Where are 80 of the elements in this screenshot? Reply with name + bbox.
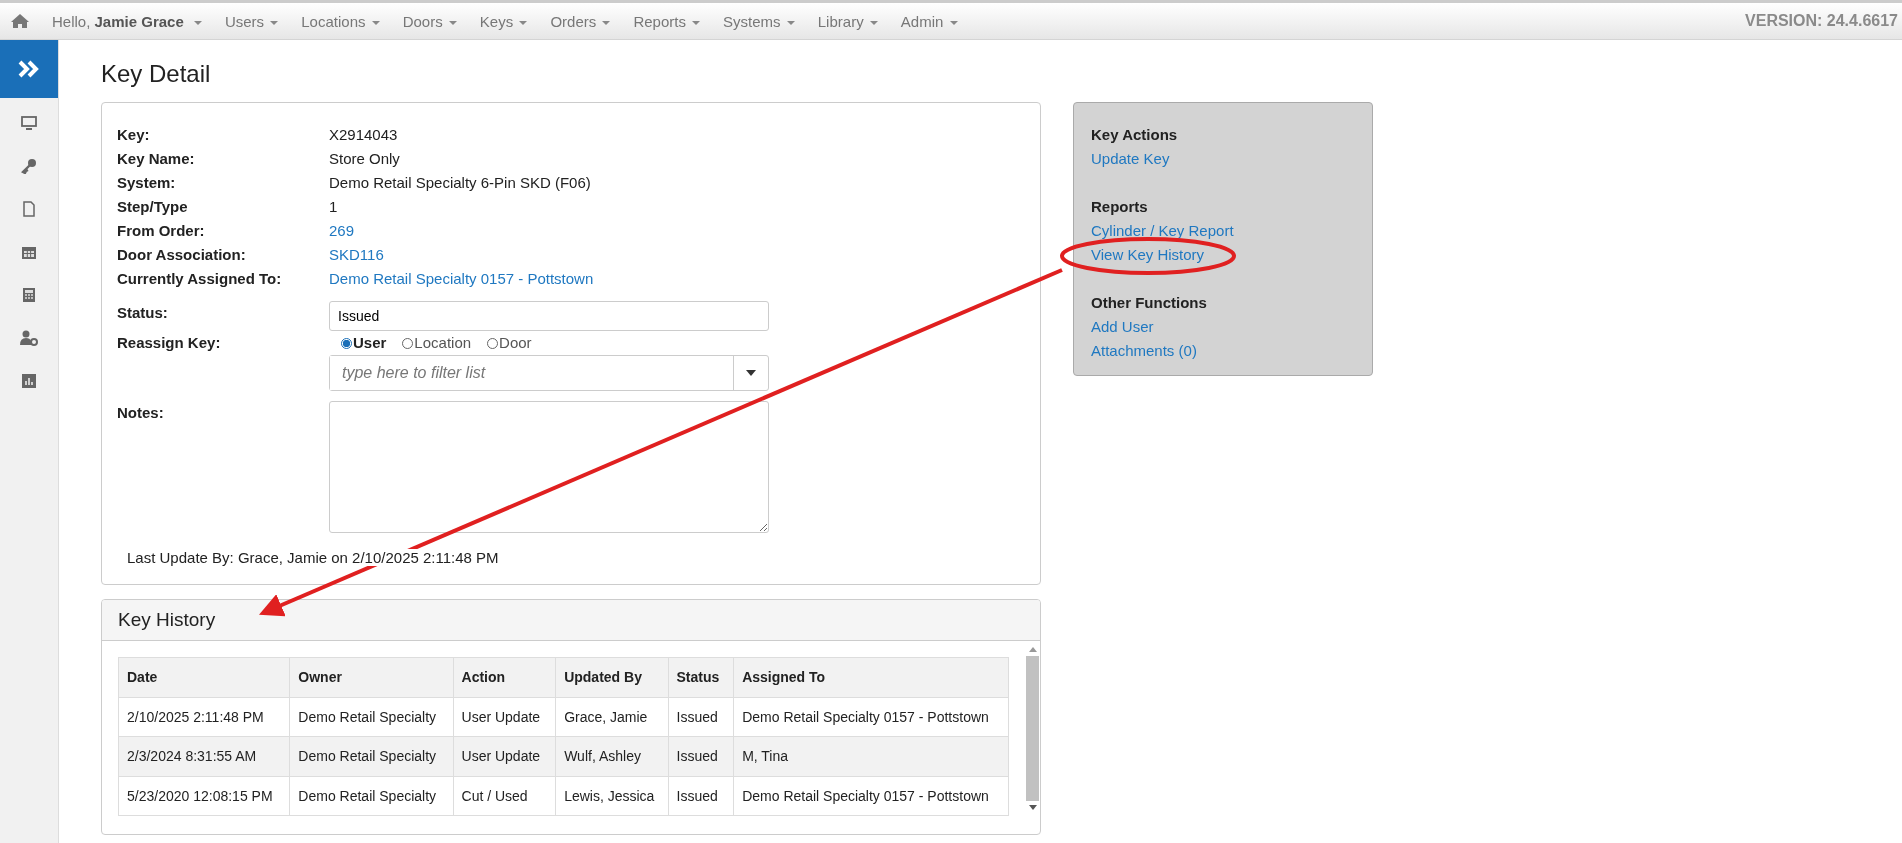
field-label: Reassign Key:	[117, 333, 222, 353]
sidebar-toggle[interactable]	[0, 40, 58, 98]
panel-link[interactable]: Update Key	[1091, 147, 1170, 171]
user-menu[interactable]: Hello, Jamie Grace	[52, 12, 202, 30]
column-header: Assigned To	[733, 657, 1009, 697]
radio-option[interactable]: Door	[487, 331, 532, 355]
table-cell: Issued	[668, 697, 734, 737]
caret-icon	[746, 370, 756, 376]
column-header: Action	[453, 657, 556, 697]
nav-menu[interactable]: Keys	[479, 12, 528, 30]
table-cell: 5/23/2020 12:08:15 PM	[118, 776, 290, 816]
table-cell: Grace, Jamie	[555, 697, 668, 737]
calculator-icon[interactable]	[21, 287, 37, 303]
last-update-text: Last Update By: Grace, Jamie on 2/10/2025 2:11:48 PM	[127, 549, 499, 566]
field-label: Currently Assigned To:	[117, 269, 283, 289]
radio-option[interactable]: User	[341, 331, 387, 355]
nav-menu[interactable]: Users	[224, 12, 279, 30]
radio-option[interactable]: Location	[402, 331, 472, 355]
field-label: Notes:	[117, 403, 165, 423]
nav-menu[interactable]: Systems	[723, 12, 795, 30]
document-icon[interactable]	[21, 201, 37, 217]
table-cell: Cut / Used	[453, 776, 556, 816]
panel-heading: Other Functions	[1091, 293, 1207, 313]
calendar-icon[interactable]	[21, 244, 37, 260]
table-cell: User Update	[453, 697, 556, 737]
section-title: Key History	[118, 609, 216, 631]
table-cell: Issued	[668, 776, 734, 816]
table-cell: Demo Retail Specialty 0157 - Pottstown	[733, 697, 1009, 737]
filter-dropdown[interactable]: type here to filter list	[329, 355, 769, 391]
panel-heading: Reports	[1091, 197, 1148, 217]
notes-field[interactable]	[329, 401, 769, 533]
field-label: From Order:	[117, 221, 206, 241]
nav-menu[interactable]: Reports	[633, 12, 701, 30]
field-value: X2914043	[329, 125, 398, 145]
column-header: Updated By	[555, 657, 668, 697]
nav-menu[interactable]: Orders	[550, 12, 611, 30]
table-cell: Demo Retail Specialty	[289, 776, 453, 816]
field-label: System:	[117, 173, 177, 193]
field-label: Step/Type	[117, 197, 189, 217]
status-field[interactable]: Issued	[329, 301, 769, 331]
field-label: Key:	[117, 125, 151, 145]
table-cell: Demo Retail Specialty	[289, 736, 453, 776]
field-value: Store Only	[329, 149, 400, 169]
field-value: 1	[329, 197, 338, 217]
user-settings-icon[interactable]	[20, 330, 38, 346]
field-link[interactable]: SKD116	[329, 243, 384, 267]
panel-link[interactable]: Cylinder / Key Report	[1091, 219, 1234, 243]
table-cell: Lewis, Jessica	[555, 776, 668, 816]
nav-menu[interactable]: Doors	[402, 12, 457, 30]
table-cell: User Update	[453, 736, 556, 776]
table-cell: Wulf, Ashley	[555, 736, 668, 776]
column-header: Date	[118, 657, 290, 697]
bar-chart-icon[interactable]	[21, 373, 37, 389]
page-title: Key Detail	[101, 60, 212, 88]
nav-menu[interactable]: Locations	[301, 12, 380, 30]
table-cell: Demo Retail Specialty	[289, 697, 453, 737]
home-icon[interactable]	[10, 13, 30, 29]
version-label: VERSION: 24.4.6617	[1745, 12, 1899, 30]
table-cell: 2/3/2024 8:31:55 AM	[118, 736, 290, 776]
column-header: Status	[668, 657, 734, 697]
table-cell: M, Tina	[733, 736, 1009, 776]
table-cell: Issued	[668, 736, 734, 776]
field-link[interactable]: 269	[329, 219, 355, 243]
table-cell: Demo Retail Specialty 0157 - Pottstown	[733, 776, 1009, 816]
field-label: Door Association:	[117, 245, 247, 265]
panel-heading: Key Actions	[1091, 125, 1178, 145]
nav-menu[interactable]: Admin	[900, 12, 958, 30]
field-label: Key Name:	[117, 149, 196, 169]
panel-link[interactable]: Attachments (0)	[1091, 339, 1197, 363]
field-link[interactable]: Demo Retail Specialty 0157 - Pottstown	[329, 267, 594, 291]
panel-link[interactable]: Add User	[1091, 315, 1154, 339]
monitor-icon[interactable]	[21, 115, 37, 131]
key-icon[interactable]	[21, 158, 37, 174]
double-chevron-icon	[17, 59, 41, 79]
field-value: Demo Retail Specialty 6-Pin SKD (F06)	[329, 173, 591, 193]
table-cell: 2/10/2025 2:11:48 PM	[118, 697, 290, 737]
panel-link[interactable]: View Key History	[1091, 243, 1205, 267]
column-header: Owner	[289, 657, 453, 697]
field-label: Status:	[117, 303, 169, 323]
nav-menu[interactable]: Library	[817, 12, 878, 30]
